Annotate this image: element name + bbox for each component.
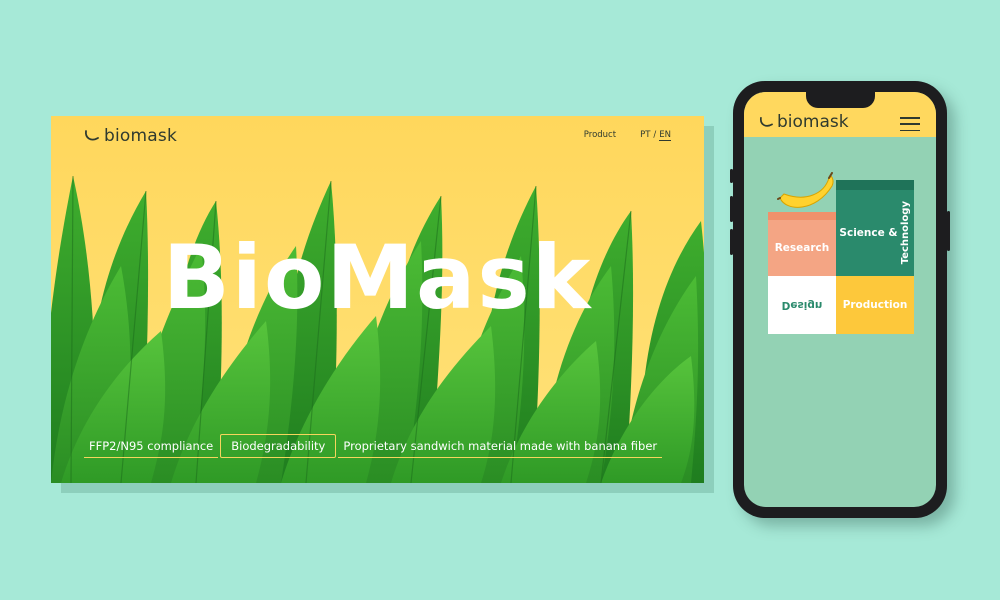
feature-compliance[interactable]: FFP2/N95 compliance [84,435,219,458]
phone-volume-up [730,196,733,222]
design-label: Design [781,299,823,311]
hero-title: BioMask [162,226,593,329]
research-block[interactable]: Research [768,212,836,276]
desktop-logo[interactable]: biomask [84,126,177,146]
production-label: Production [842,299,908,311]
phone-power-button [947,211,950,251]
banana-logo-icon [85,130,99,141]
hamburger-menu-icon[interactable] [900,117,920,131]
technology-label: Technology [899,201,911,265]
lang-en-link[interactable]: EN [659,130,671,141]
design-block[interactable]: Design [768,276,836,334]
phone-screen: biomask Research Science & Technology De… [744,92,936,507]
banana-icon [777,172,834,208]
lang-separator: / [653,130,657,140]
production-block[interactable]: Production [836,276,914,334]
phone-logo-text: biomask [777,112,849,132]
banana-logo-icon [760,116,773,127]
features-bar: FFP2/N95 compliance Biodegradability Pro… [84,434,663,458]
research-label: Research [774,242,830,254]
feature-biodegradability[interactable]: Biodegradability [220,434,337,458]
phone-notch [806,92,875,108]
language-switcher: PT / EN [640,130,671,141]
feature-banana-fiber[interactable]: Proprietary sandwich material made with … [338,435,663,458]
phone-mockup: biomask Research Science & Technology De… [730,81,950,518]
nav-product-link[interactable]: Product [584,130,616,141]
desktop-mockup: biomask Product PT / EN BioMask FFP2/N95… [51,116,704,483]
phone-logo[interactable]: biomask [759,112,849,132]
desktop-logo-text: biomask [104,126,177,146]
science-label: Science & [839,227,898,239]
building-blocks: Research Science & Technology Design Pro… [768,172,916,348]
lang-pt-link[interactable]: PT [640,130,650,141]
science-technology-block[interactable]: Science & Technology [836,180,914,276]
phone-mute-switch [730,169,733,183]
desktop-nav: Product PT / EN [584,130,671,141]
phone-volume-down [730,229,733,255]
